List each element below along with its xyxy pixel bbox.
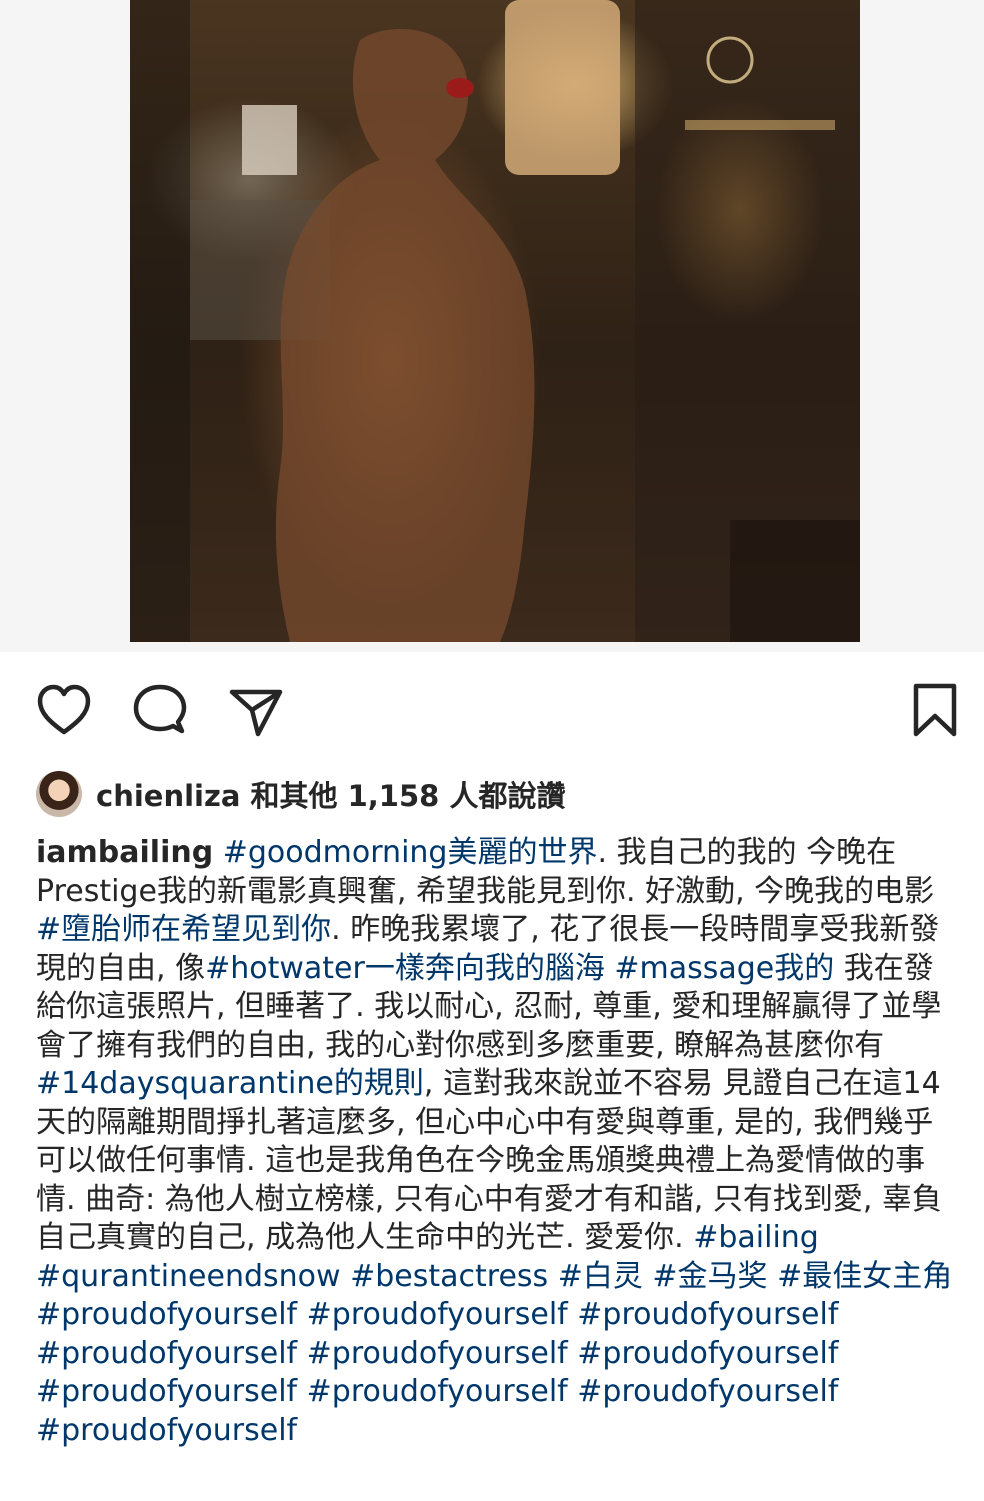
hashtag-link[interactable]: #hotwater一樣奔向我的腦海 [205,951,605,986]
hashtag-link[interactable]: #bestactress [350,1259,548,1294]
hashtag-link[interactable]: #proudofyourself [577,1336,838,1371]
heart-icon[interactable] [34,682,91,738]
hashtag-link[interactable]: #墮胎师在希望见到你 [36,912,331,947]
post-media-container [0,0,984,652]
caption-text [768,1259,778,1294]
liker-username-link[interactable]: chienliza [96,779,240,813]
paper-plane-icon[interactable] [228,682,284,738]
post-action-bar [0,672,984,744]
hashtag-link[interactable]: #proudofyourself [36,1374,297,1409]
post-photo[interactable] [130,0,860,642]
caption-text [297,1336,307,1371]
hashtag-link[interactable]: #proudofyourself [307,1336,568,1371]
comment-icon[interactable] [132,682,188,738]
hashtag-link[interactable]: #goodmorning美麗的世界 [223,835,598,870]
hashtag-link[interactable]: #最佳女主角 [777,1259,952,1294]
caption-text [548,1259,558,1294]
caption-text [568,1374,578,1409]
photo-illustration [130,0,860,642]
caption-text [297,1374,307,1409]
hashtag-link[interactable]: #bailing [693,1220,819,1255]
hashtag-link[interactable]: #proudofyourself [36,1297,297,1332]
hashtag-link[interactable]: #白灵 [558,1259,643,1294]
likes-text[interactable]: chienliza 和其他 1,158 人都說讚 [96,773,565,815]
caption-text [605,951,615,986]
hashtag-link[interactable]: #proudofyourself [307,1297,568,1332]
caption-text [568,1297,578,1332]
caption-text [643,1259,653,1294]
caption-body: #goodmorning美麗的世界. 我自己的我的 今晚在Prestige我的新… [36,835,952,1448]
likes-count-text[interactable]: 和其他 1,158 人都說讚 [240,779,566,813]
avatar[interactable] [36,771,82,817]
hashtag-link[interactable]: #14daysquarantine的規則 [36,1066,424,1101]
likes-summary: chienliza 和其他 1,158 人都說讚 [36,768,565,820]
hashtag-link[interactable]: #massage我的 [614,951,834,986]
hashtag-link[interactable]: #proudofyourself [577,1374,838,1409]
hashtag-link[interactable]: #proudofyourself [307,1374,568,1409]
hashtag-link[interactable]: #qurantineendsnow [36,1259,341,1294]
hashtag-link[interactable]: #proudofyourself [36,1413,297,1448]
caption-text [568,1336,578,1371]
bookmark-icon[interactable] [910,682,966,738]
caption-text [341,1259,351,1294]
hashtag-link[interactable]: #金马奖 [652,1259,767,1294]
caption-text [297,1297,307,1332]
hashtag-link[interactable]: #proudofyourself [577,1297,838,1332]
hashtag-link[interactable]: #proudofyourself [36,1336,297,1371]
post-username-link[interactable]: iambailing [36,835,213,870]
post-caption: iambailing #goodmorning美麗的世界. 我自己的我的 今晚在… [36,834,956,1450]
